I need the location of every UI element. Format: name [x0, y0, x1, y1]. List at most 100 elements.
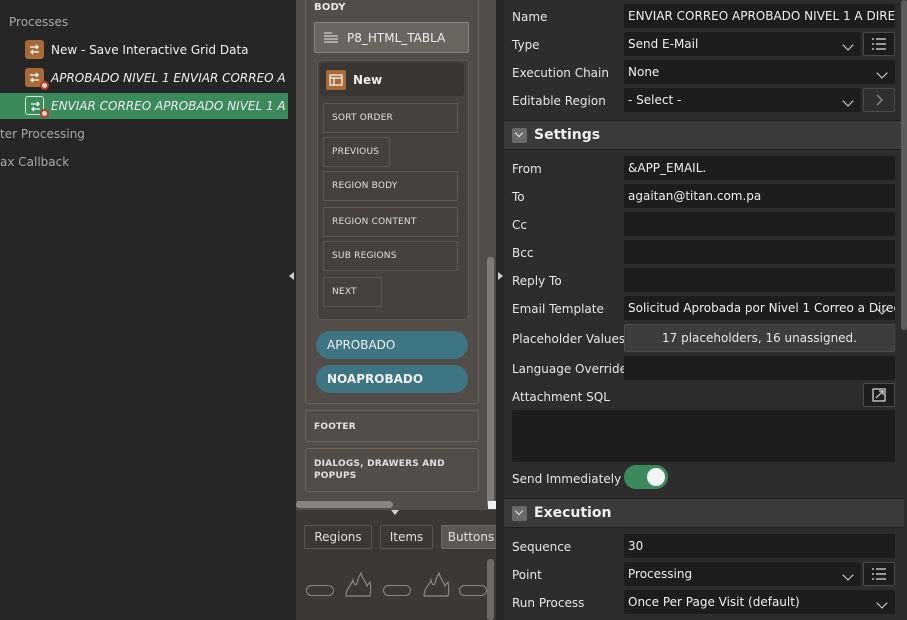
layout-vertical-scrollbar[interactable] — [487, 257, 494, 507]
list-icon — [872, 568, 886, 580]
reply-label: Reply To — [512, 274, 562, 288]
property-editor-scrollbar[interactable] — [901, 0, 907, 330]
chain-label: Execution Chain — [512, 66, 609, 80]
execution-section-header[interactable]: Execution — [504, 498, 904, 528]
left-splitter[interactable] — [288, 0, 296, 620]
gallery-tabs: Regions Items Buttons — [296, 518, 496, 556]
settings-title: Settings — [534, 127, 601, 143]
point-select[interactable]: Processing — [624, 562, 861, 586]
type-select[interactable]: Send E-Mail — [624, 32, 861, 56]
collapse-left-icon[interactable] — [289, 272, 294, 280]
layout-panel: BODY P8_HTML_TABLA New SORT ORDER PREVIO… — [296, 0, 496, 620]
execution-title: Execution — [534, 505, 612, 521]
new-region[interactable]: New SORT ORDER PREVIOUS REGION BODY REGI… — [317, 60, 469, 320]
collapse-settings-icon[interactable] — [512, 128, 527, 143]
gallery-button-pill-icon[interactable] — [306, 585, 334, 596]
layout-canvas: BODY P8_HTML_TABLA New SORT ORDER PREVIO… — [296, 0, 496, 510]
scroll-corner — [488, 501, 496, 509]
tab-buttons[interactable]: Buttons — [441, 525, 496, 549]
grid-region-icon — [326, 69, 346, 90]
ajax-callback-node[interactable]: ax Callback — [0, 155, 69, 169]
tab-items[interactable]: Items — [380, 525, 433, 549]
prop-execution-chain: Execution Chain None — [504, 58, 904, 86]
gallery-scrollbar[interactable] — [487, 559, 494, 620]
button-gallery — [296, 556, 496, 620]
attachment-sql-textarea[interactable] — [512, 410, 895, 462]
point-list-button[interactable] — [863, 562, 895, 586]
gallery-button-pill-icon[interactable] — [383, 585, 411, 596]
slot-sort-order[interactable]: SORT ORDER — [323, 103, 458, 133]
name-label: Name — [512, 10, 548, 24]
run-select[interactable]: Once Per Page Visit (default) — [624, 590, 895, 614]
gallery-hot-button-icon[interactable] — [421, 572, 451, 598]
send-label: Send Immediately — [512, 472, 622, 486]
noaprobado-button[interactable]: NOAPROBADO — [316, 365, 468, 393]
collapse-right-icon[interactable] — [498, 272, 503, 280]
chain-select[interactable]: None — [624, 60, 895, 84]
tab-regions[interactable]: Regions — [304, 525, 372, 549]
to-input[interactable]: agaitan@titan.com.pa — [624, 184, 895, 208]
tree-item-save-grid[interactable]: New - Save Interactive Grid Data — [0, 37, 288, 63]
bcc-input[interactable] — [624, 240, 895, 264]
seq-label: Sequence — [512, 540, 572, 554]
processes-heading[interactable]: Processes — [9, 15, 68, 29]
new-region-header[interactable]: New — [320, 63, 464, 96]
prop-editable-region: Editable Region - Select - — [504, 86, 904, 114]
prop-name: Name ENVIAR CORREO APROBADO NIVEL 1 A DI… — [504, 2, 904, 30]
prop-language-override: Language Override — [504, 354, 904, 382]
cc-input[interactable] — [624, 212, 895, 236]
from-input[interactable]: &APP_EMAIL. — [624, 156, 895, 180]
text-region-icon — [324, 31, 338, 43]
reply-input[interactable] — [624, 268, 895, 292]
after-processing-node[interactable]: ter Processing — [0, 127, 85, 141]
slot-previous[interactable]: PREVIOUS — [323, 137, 390, 167]
chevron-down-icon — [842, 95, 854, 107]
prop-reply-to: Reply To — [504, 266, 904, 294]
send-immediately-toggle[interactable] — [624, 465, 668, 489]
sequence-input[interactable]: 30 — [624, 534, 895, 558]
toggle-knob — [647, 468, 665, 486]
prop-email-template: Email Template Solicitud Aprobada por Ni… — [504, 294, 904, 322]
gallery-hot-button-icon[interactable] — [343, 572, 373, 598]
type-value: Send E-Mail — [628, 37, 699, 51]
bcc-label: Bcc — [512, 246, 534, 260]
type-label: Type — [512, 38, 540, 52]
tree-item-label: ENVIAR CORREO APROBADO NIVEL 1 A DIRE — [51, 99, 288, 113]
tree-item-aprobado-sol[interactable]: APROBADO NIVEL 1 ENVIAR CORREO A SOL — [0, 65, 288, 91]
placeholder-label: Placeholder Values — [512, 332, 626, 346]
footer-region[interactable]: FOOTER — [305, 410, 479, 442]
collapse-execution-icon[interactable] — [512, 506, 527, 521]
type-list-button[interactable] — [863, 32, 895, 56]
html-tabla-region[interactable]: P8_HTML_TABLA — [314, 22, 469, 53]
slot-region-body[interactable]: REGION BODY — [323, 171, 458, 201]
lang-input[interactable] — [624, 356, 895, 380]
region-select[interactable]: - Select - — [624, 88, 861, 112]
slot-next[interactable]: NEXT — [323, 277, 382, 307]
tree-item-label: New - Save Interactive Grid Data — [51, 43, 249, 57]
page-designer: Processes New - Save Interactive Grid Da… — [0, 0, 907, 620]
settings-section-header[interactable]: Settings — [504, 120, 904, 150]
prop-to: To agaitan@titan.com.pa — [504, 182, 904, 210]
slot-region-content[interactable]: REGION CONTENT — [323, 207, 458, 237]
tree-item-enviar-correo[interactable]: ENVIAR CORREO APROBADO NIVEL 1 A DIRE — [0, 93, 288, 119]
html-tabla-label: P8_HTML_TABLA — [347, 30, 446, 45]
dialogs-region[interactable]: DIALOGS, DRAWERS AND POPUPS — [305, 448, 479, 492]
error-badge-icon — [40, 109, 49, 118]
tree-item-label: APROBADO NIVEL 1 ENVIAR CORREO A SOL — [51, 71, 288, 85]
error-badge-icon — [40, 81, 49, 90]
right-splitter[interactable] — [496, 0, 504, 620]
gallery-button-pill-icon[interactable] — [459, 585, 487, 596]
process-icon — [25, 40, 44, 59]
layout-horizontal-scrollbar[interactable] — [296, 501, 393, 508]
property-editor: Name ENVIAR CORREO APROBADO NIVEL 1 A DI… — [504, 0, 907, 620]
template-select[interactable]: Solicitud Aprobada por Nivel 1 Correo a … — [624, 296, 895, 320]
aprobado-button[interactable]: APROBADO — [316, 331, 468, 359]
prop-attachment-sql: Attachment SQL — [504, 382, 904, 410]
name-input[interactable]: ENVIAR CORREO APROBADO NIVEL 1 A DIRECTO — [624, 4, 895, 28]
expand-gallery-icon[interactable] — [391, 510, 399, 515]
open-code-editor-button[interactable] — [863, 383, 895, 407]
expand-editor-icon — [872, 388, 886, 402]
slot-sub-regions[interactable]: SUB REGIONS — [323, 241, 458, 271]
placeholder-values-button[interactable]: 17 placeholders, 16 unassigned. — [624, 324, 895, 352]
region-go-button[interactable] — [863, 88, 895, 112]
